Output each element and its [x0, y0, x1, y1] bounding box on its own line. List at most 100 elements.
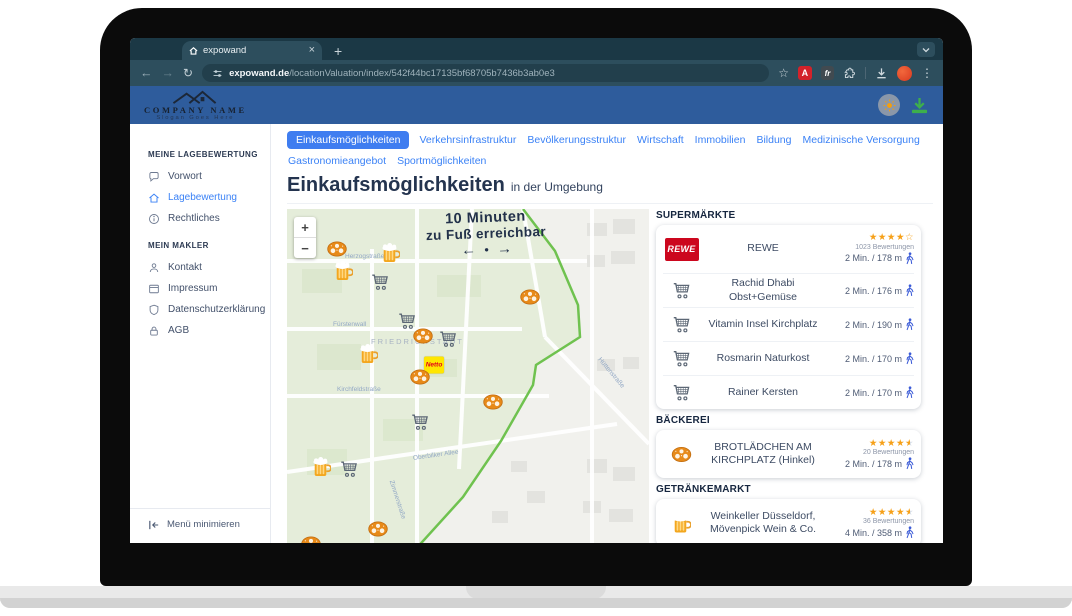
map-marker-cart[interactable] [340, 461, 359, 478]
rewe-icon: REWE [663, 238, 700, 261]
sidebar-item-agb[interactable]: AGB [130, 320, 270, 341]
laptop-frame: expowand × + ← → ↻ expowand.de/locationV… [100, 8, 972, 586]
distance: 2 Min. / 170 m [845, 386, 914, 399]
reload-button[interactable]: ↻ [183, 66, 193, 80]
bookmark-star-icon[interactable]: ☆ [778, 67, 789, 79]
zoom-in-button[interactable]: + [294, 217, 316, 237]
pretzel-icon [483, 398, 504, 415]
tab-sportmöglichkeiten[interactable]: Sportmöglichkeiten [396, 153, 487, 169]
zoom-out-button[interactable]: − [294, 237, 316, 258]
poi-row-rainer-kersten[interactable]: Rainer Kersten2 Min. / 170 m [663, 375, 914, 409]
tab-bevölkerungsstruktur[interactable]: Bevölkerungsstruktur [526, 132, 627, 148]
sidebar-item-kontakt[interactable]: Kontakt [130, 257, 270, 278]
star-half-icon: ★ [905, 438, 914, 449]
tab-wirtschaft[interactable]: Wirtschaft [636, 132, 685, 148]
tab-search-button[interactable] [917, 42, 935, 57]
map-marker-pretzel[interactable] [368, 521, 389, 538]
title-bar: Einkaufsmöglichkeitenin der Umgebung [287, 174, 933, 204]
beer-icon [663, 513, 700, 534]
map-marker-beer[interactable] [382, 243, 400, 264]
poi-name: Rachid Dhabi Obst+Gemüse [700, 277, 826, 304]
main-content: Einkaufsmöglichkeiten Verkehrsinfrastrukt… [271, 124, 943, 543]
url-domain: expowand.de [229, 68, 289, 79]
sidebar-item-datenschutzerklärung[interactable]: Datenschutzerklärung [130, 299, 270, 320]
poi-name: Rosmarin Naturkost [700, 352, 826, 366]
star-empty-icon: ☆ [905, 232, 914, 243]
sidebar-item-label: Vorwort [168, 171, 202, 182]
download-report-button[interactable] [910, 97, 929, 114]
map[interactable]: HerzogstraßeFürstenwallFRIEDRICHSTADTKir… [287, 209, 649, 543]
downloads-icon[interactable] [875, 67, 888, 80]
poi-row-brotlädchen-am-kirchplatz-hinkel-[interactable]: BROTLÄDCHEN AM KIRCHPLATZ (Hinkel)★★★★★2… [663, 430, 914, 478]
distance: 2 Min. / 176 m [845, 284, 914, 297]
review-count: 36 Bewertungen [863, 518, 914, 525]
poi-name: Vitamin Insel Kirchplatz [700, 318, 826, 332]
distance-text: 2 Min. / 190 m [845, 320, 902, 330]
cart-icon [371, 278, 390, 295]
poi-name: REWE [700, 242, 826, 256]
browser-tab[interactable]: expowand × [182, 41, 322, 60]
distance-text: 2 Min. / 170 m [845, 354, 902, 364]
map-marker-pretzel[interactable] [413, 328, 434, 345]
cart-icon [340, 465, 359, 482]
tab-bildung[interactable]: Bildung [755, 132, 792, 148]
extensions-puzzle-icon[interactable] [843, 67, 856, 80]
map-marker-pretzel[interactable] [520, 289, 541, 306]
window-icon [148, 283, 160, 295]
fr-extension-icon[interactable]: fr [821, 66, 835, 80]
distance: 4 Min. / 358 m [845, 526, 914, 539]
poi-row-rewe[interactable]: REWEREWE★★★★☆1023 Bewertungen2 Min. / 17… [663, 225, 914, 273]
map-marker-pretzel[interactable] [483, 394, 504, 411]
tab-gastronomieangebot[interactable]: Gastronomieangebot [287, 153, 387, 169]
sidebar-item-impressum[interactable]: Impressum [130, 278, 270, 299]
site-settings-icon[interactable] [212, 68, 223, 79]
map-marker-cart[interactable] [439, 331, 458, 348]
map-marker-beer[interactable] [360, 344, 378, 365]
map-marker-beer[interactable] [335, 261, 353, 282]
tab-close-icon[interactable]: × [309, 45, 315, 56]
map-marker-pretzel[interactable] [301, 536, 322, 544]
map-marker-cart[interactable] [411, 414, 430, 431]
beer-icon [382, 251, 400, 268]
sidebar-item-vorwort[interactable]: Vorwort [130, 166, 270, 187]
star-full-icon: ★ [878, 232, 887, 243]
profile-avatar[interactable] [897, 66, 912, 81]
tab-einkaufsmöglichkeiten[interactable]: Einkaufsmöglichkeiten [287, 131, 409, 149]
map-marker-beer[interactable] [313, 457, 331, 478]
toolbar-divider [865, 67, 866, 79]
poi-row-weinkeller-düsseldorf-mövenpick-wein-co-[interactable]: Weinkeller Düsseldorf, Mövenpick Wein & … [663, 499, 914, 543]
theme-toggle-button[interactable] [878, 94, 900, 116]
forward-button[interactable]: → [162, 67, 175, 80]
street-label: Hüttenstraße [596, 356, 626, 389]
menu-dots-icon[interactable]: ⋮ [921, 67, 933, 79]
sidebar-minimize-button[interactable]: Menü minimieren [130, 508, 270, 543]
new-tab-button[interactable]: + [334, 44, 342, 58]
tab-medizinische-versorgung[interactable]: Medizinische Versorgung [801, 132, 920, 148]
app-header: COMPANY NAME Slogan Goes Here [130, 86, 943, 124]
map-marker-cart[interactable] [371, 274, 390, 291]
poi-row-rosmarin-naturkost[interactable]: Rosmarin Naturkost 2 Min. / 170 m [663, 341, 914, 375]
walking-icon [905, 252, 914, 265]
map-layer: HerzogstraßeFürstenwallFRIEDRICHSTADTKir… [287, 209, 649, 543]
sidebar-item-rechtliches[interactable]: Rechtliches [130, 208, 270, 229]
browser-toolbar: ← → ↻ expowand.de/locationValuation/inde… [130, 60, 943, 86]
sidebar-item-lagebewertung[interactable]: Lagebewertung [130, 187, 270, 208]
address-bar[interactable]: expowand.de/locationValuation/index/542f… [202, 64, 769, 82]
adobe-extension-icon[interactable]: A [798, 66, 812, 80]
tab-verkehrsinfrastruktur[interactable]: Verkehrsinfrastruktur [418, 132, 517, 148]
poi-card: BROTLÄDCHEN AM KIRCHPLATZ (Hinkel)★★★★★2… [656, 430, 921, 478]
pretzel-icon [663, 446, 700, 463]
map-marker-pretzel[interactable] [410, 369, 431, 386]
chat-icon [148, 171, 160, 183]
shield-icon [148, 304, 160, 316]
poi-meta: 2 Min. / 176 m [826, 284, 914, 297]
back-button[interactable]: ← [140, 67, 153, 80]
map-marker-pretzel[interactable] [327, 241, 348, 258]
page-title: Einkaufsmöglichkeiten [287, 174, 505, 196]
tab-immobilien[interactable]: Immobilien [694, 132, 747, 148]
poi-row-rachid-dhabi-obst-gemüse[interactable]: Rachid Dhabi Obst+Gemüse 2 Min. / 176 m [663, 273, 914, 307]
cart-icon [439, 335, 458, 352]
section-title-bäckerei: BÄCKEREI [656, 415, 921, 426]
poi-row-vitamin-insel-kirchplatz[interactable]: Vitamin Insel Kirchplatz 2 Min. / 190 m [663, 307, 914, 341]
walking-icon [905, 284, 914, 297]
